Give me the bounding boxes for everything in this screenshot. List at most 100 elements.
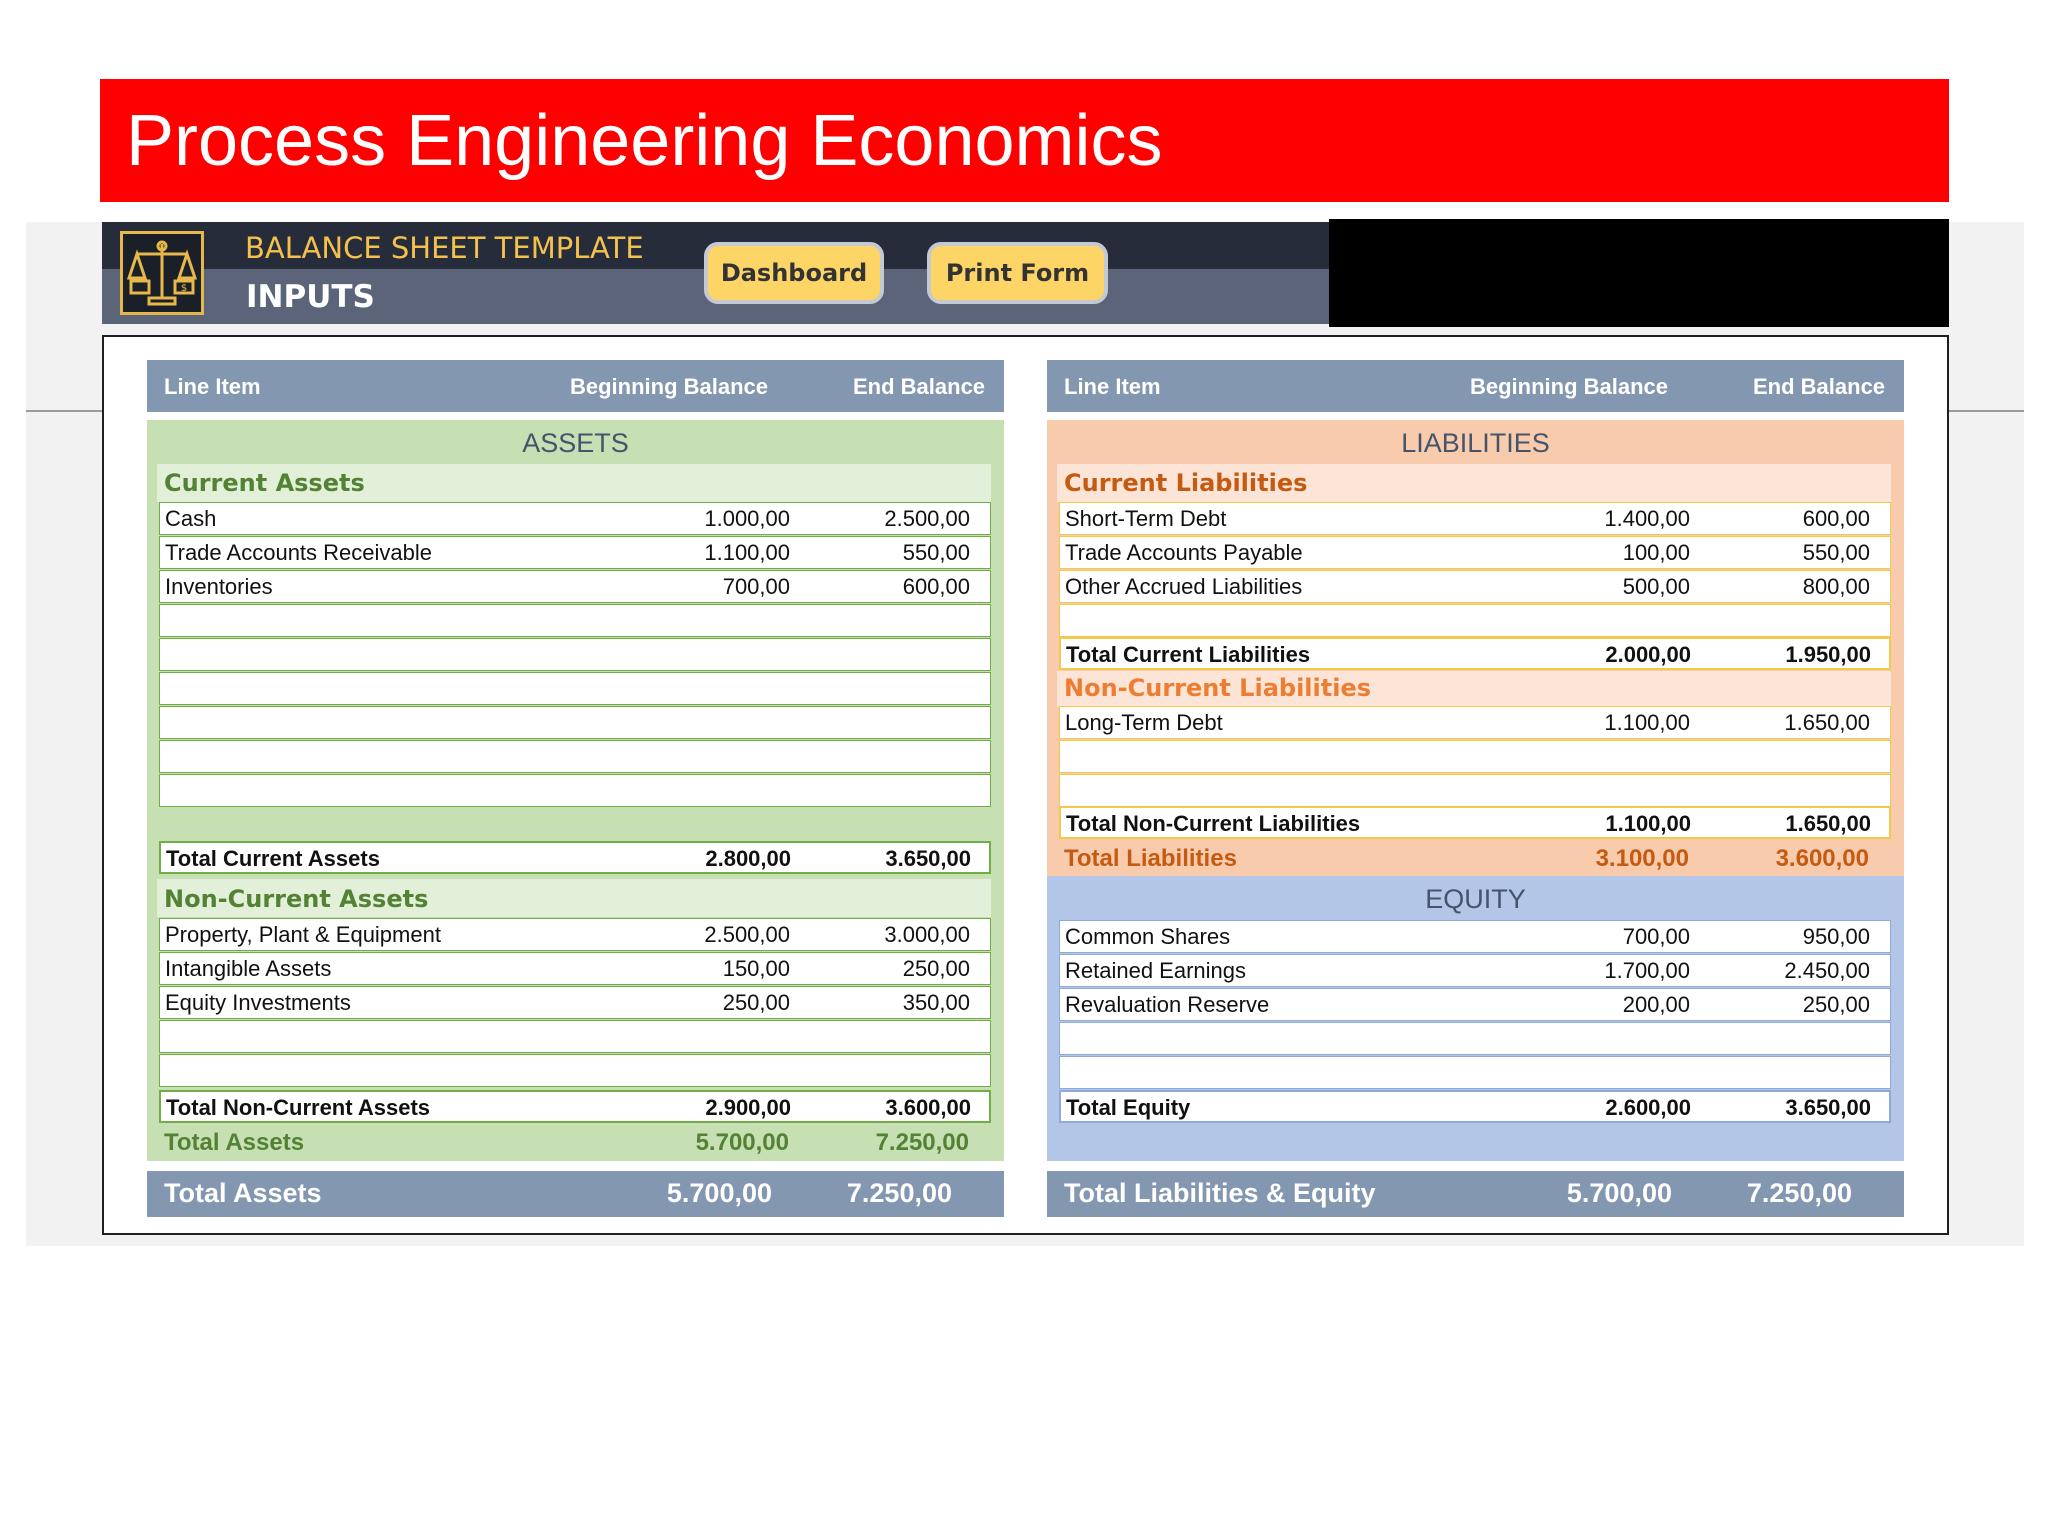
row-begin-balance[interactable]: 500,00 [1510,574,1690,600]
row-line-item[interactable]: Equity Investments [165,990,351,1016]
total-liabilities-label: Total Liabilities [1064,845,1237,872]
row-end-balance[interactable]: 600,00 [790,574,970,600]
row-line-item[interactable]: Common Shares [1065,924,1230,950]
table-row[interactable] [1059,740,1891,773]
row-end-balance[interactable]: 3.000,00 [790,922,970,948]
table-row[interactable]: Equity Investments 250,00 350,00 [159,986,991,1019]
total-begin: 2.800,00 [705,846,791,871]
row-line-item[interactable]: Other Accrued Liabilities [1065,574,1302,600]
table-row[interactable]: Long-Term Debt 1.100,00 1.650,00 [1059,706,1891,739]
grand-total-assets-bar: Total Assets 5.700,00 7.250,00 [147,1171,1004,1217]
total-label: Total Non-Current Assets [166,1095,431,1120]
title-banner: Process Engineering Economics [100,79,1949,202]
table-row[interactable] [159,604,991,637]
blank-black-panel [1329,219,1949,327]
table-row[interactable] [159,774,991,807]
row-line-item[interactable]: Long-Term Debt [1065,710,1223,736]
total-end: 1.650,00 [1785,811,1871,836]
svg-text:$: $ [181,283,187,294]
table-row[interactable]: Short-Term Debt 1.400,00 600,00 [1059,502,1891,535]
row-begin-balance[interactable]: 1.100,00 [1510,710,1690,736]
col-beginning-balance: Beginning Balance [570,374,769,399]
template-title: BALANCE SHEET TEMPLATE [245,231,644,265]
table-row[interactable]: Common Shares 700,00 950,00 [1059,920,1891,953]
row-end-balance[interactable]: 250,00 [1690,992,1870,1018]
row-begin-balance[interactable]: 150,00 [610,956,790,982]
table-row[interactable]: Trade Accounts Payable 100,00 550,00 [1059,536,1891,569]
row-begin-balance[interactable]: 250,00 [610,990,790,1016]
row-end-balance[interactable]: 1.650,00 [1690,710,1870,736]
current-liabilities-heading: Current Liabilities [1064,469,1308,497]
row-begin-balance[interactable]: 1.000,00 [610,506,790,532]
grand-total-assets-begin: 5.700,00 [666,1178,772,1208]
row-begin-balance[interactable]: 700,00 [610,574,790,600]
row-end-balance[interactable]: 2.450,00 [1690,958,1870,984]
row-line-item[interactable]: Revaluation Reserve [1065,992,1269,1018]
row-line-item[interactable]: Cash [165,506,216,532]
row-line-item[interactable]: Trade Accounts Receivable [165,540,432,566]
row-begin-balance[interactable]: 2.500,00 [610,922,790,948]
table-row[interactable] [159,740,991,773]
row-begin-balance[interactable]: 1.400,00 [1510,506,1690,532]
table-row[interactable] [159,672,991,705]
col-line-item: Line Item [164,374,261,399]
dashboard-button[interactable]: Dashboard [704,242,884,304]
total-end: 1.950,00 [1785,642,1871,667]
table-row[interactable] [1059,1056,1891,1089]
noncurrent-assets-heading: Non-Current Assets [164,885,429,913]
row-line-item[interactable]: Intangible Assets [165,956,331,982]
table-row[interactable]: Revaluation Reserve 200,00 250,00 [1059,988,1891,1021]
row-line-item[interactable]: Property, Plant & Equipment [165,922,441,948]
table-row[interactable]: Inventories 700,00 600,00 [159,570,991,603]
table-row[interactable] [1059,604,1891,637]
current-assets-heading: Current Assets [164,469,365,497]
col-line-item: Line Item [1064,374,1161,399]
row-end-balance[interactable]: 2.500,00 [790,506,970,532]
row-end-balance[interactable]: 350,00 [790,990,970,1016]
row-begin-balance[interactable]: 1.700,00 [1510,958,1690,984]
table-row[interactable]: Intangible Assets 150,00 250,00 [159,952,991,985]
col-end-balance: End Balance [1753,374,1886,399]
total-assets-row: Total Assets 5.700,00 7.250,00 [164,1126,994,1160]
total-current-assets-row: Total Current Assets 2.800,00 3.650,00 [159,841,991,874]
row-line-item[interactable]: Trade Accounts Payable [1065,540,1303,566]
liabilities-column-header: Line Item Beginning Balance End Balance [1047,360,1904,412]
grand-total-assets-end: 7.250,00 [846,1178,952,1208]
grand-total-assets-label: Total Assets [164,1178,322,1208]
col-end-balance: End Balance [853,374,986,399]
row-end-balance[interactable]: 550,00 [790,540,970,566]
row-end-balance[interactable]: 550,00 [1690,540,1870,566]
row-end-balance[interactable]: 250,00 [790,956,970,982]
row-begin-balance[interactable]: 700,00 [1510,924,1690,950]
table-row[interactable]: Other Accrued Liabilities 500,00 800,00 [1059,570,1891,603]
table-row[interactable]: Property, Plant & Equipment 2.500,00 3.000… [159,918,991,951]
table-row[interactable] [159,1020,991,1053]
total-assets-end: 7.250,00 [875,1129,969,1156]
row-begin-balance[interactable]: 200,00 [1510,992,1690,1018]
equity-section: EQUITY Common Shares 700,00 950,00 Retained… [1047,876,1904,1161]
table-row[interactable] [159,638,991,671]
row-end-balance[interactable]: 600,00 [1690,506,1870,532]
row-line-item[interactable]: Retained Earnings [1065,958,1246,984]
table-row[interactable] [1059,1022,1891,1055]
table-row[interactable]: Trade Accounts Receivable 1.100,00 550,00 [159,536,991,569]
noncurrent-liabilities-heading: Non-Current Liabilities [1064,674,1372,702]
balance-scale-icon: $ [120,231,204,315]
equity-title: EQUITY [1425,884,1526,914]
table-row[interactable] [159,1054,991,1087]
grand-total-le-label: Total Liabilities & Equity [1064,1178,1376,1208]
row-end-balance[interactable]: 800,00 [1690,574,1870,600]
table-row[interactable] [1059,774,1891,807]
print-form-button[interactable]: Print Form [927,242,1108,304]
row-begin-balance[interactable]: 1.100,00 [610,540,790,566]
row-line-item[interactable]: Short-Term Debt [1065,506,1226,532]
table-row[interactable]: Retained Earnings 1.700,00 2.450,00 [1059,954,1891,987]
row-line-item[interactable]: Inventories [165,574,273,600]
table-row[interactable]: Cash 1.000,00 2.500,00 [159,502,991,535]
total-end: 3.650,00 [1785,1095,1871,1120]
row-begin-balance[interactable]: 100,00 [1510,540,1690,566]
table-row[interactable] [159,706,991,739]
total-label: Total Current Liabilities [1066,642,1311,667]
row-end-balance[interactable]: 950,00 [1690,924,1870,950]
total-noncurrent-liabilities-row: Total Non-Current Liabilities 1.100,00 1… [1059,806,1891,839]
